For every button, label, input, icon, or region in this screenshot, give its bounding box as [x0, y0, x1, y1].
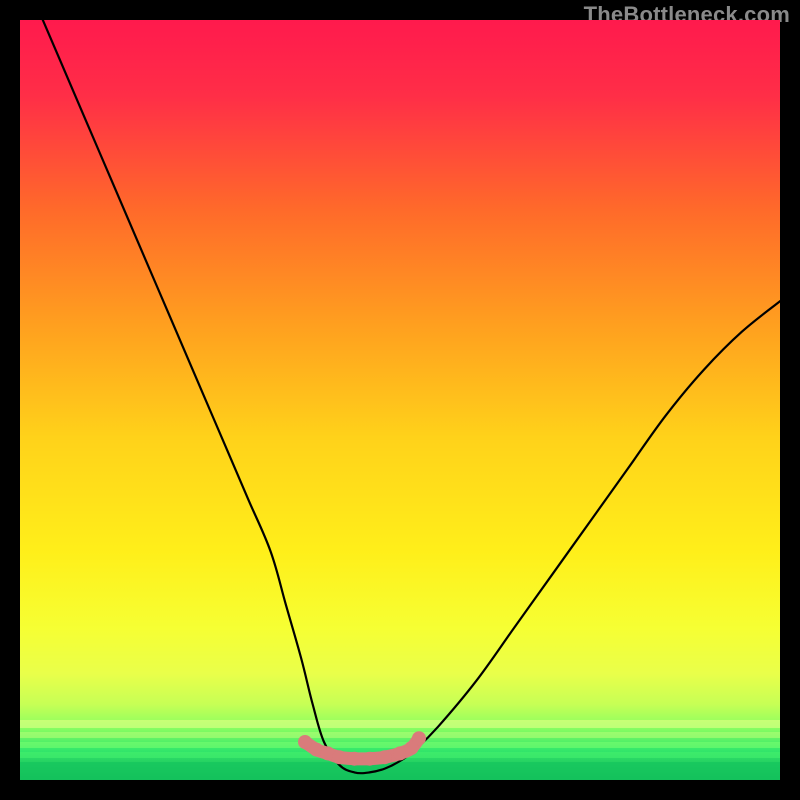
plot-area — [20, 20, 780, 780]
optimal-zone-dot — [412, 731, 426, 745]
chart-frame: TheBottleneck.com — [0, 0, 800, 800]
optimal-zone-dot — [332, 750, 346, 764]
horizontal-band-2 — [20, 732, 780, 738]
horizontal-band-5 — [20, 762, 780, 780]
horizontal-band-1 — [20, 720, 780, 728]
optimal-zone-dot — [363, 752, 377, 766]
optimal-zone-dot — [378, 750, 392, 764]
gradient-background — [20, 20, 780, 780]
chart-svg — [20, 20, 780, 780]
optimal-zone-dot — [347, 752, 361, 766]
optimal-zone-dot — [298, 735, 312, 749]
